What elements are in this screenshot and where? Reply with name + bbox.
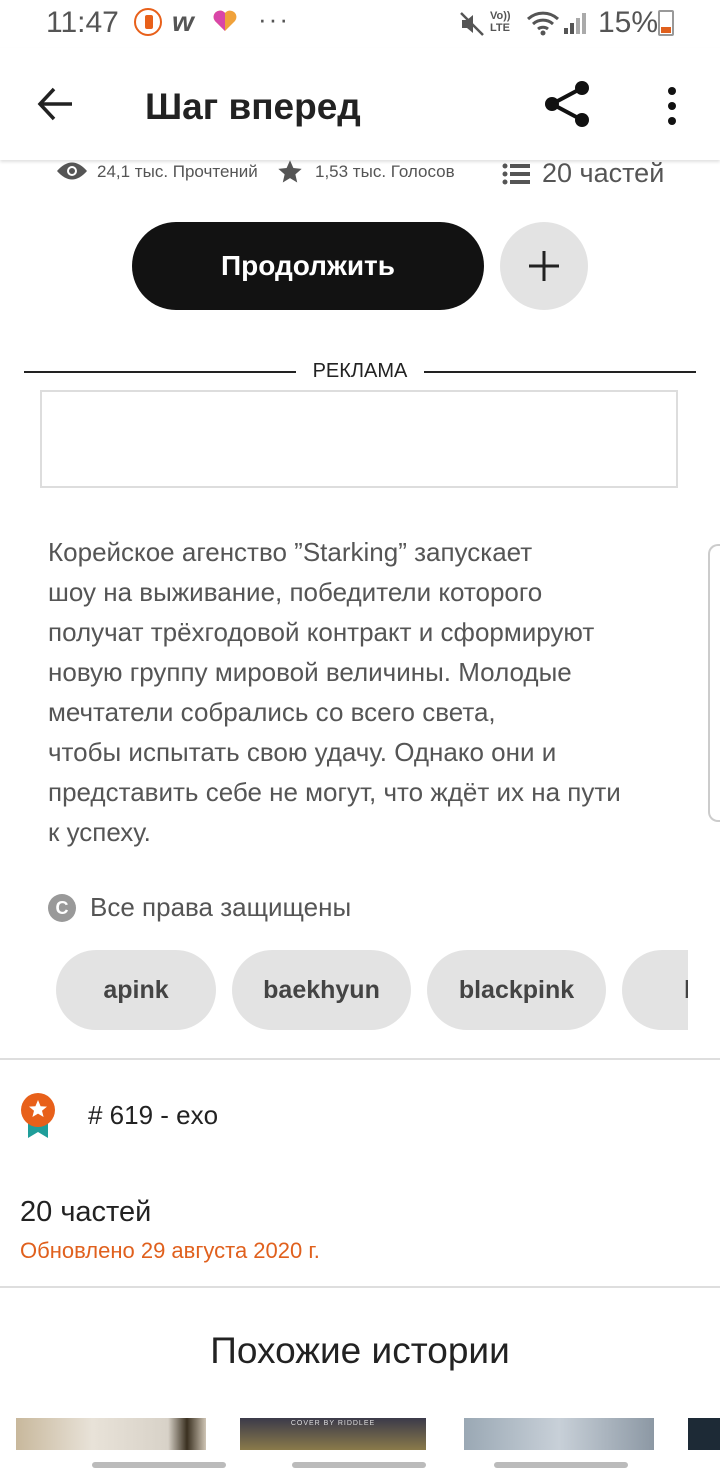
status-bar: 11:47 w ··· Vo)) LTE 15% [0,0,720,48]
ranking-badge-icon [18,1092,58,1145]
add-to-library-button[interactable] [500,222,588,310]
ad-banner[interactable] [40,390,678,488]
continue-reading-button[interactable]: Продолжить [132,222,484,310]
page-title: Шаг вперед [145,86,361,127]
tags-row: apink baekhyun blackpink b [56,950,688,1030]
network-label: Vo)) LTE [490,10,511,34]
reads-count: 24,1 тыс. Прочтений [97,162,258,181]
edge-panel-handle[interactable] [708,544,720,822]
wattpad-icon: w [172,6,194,37]
ad-divider-left [24,371,296,373]
ranking-label[interactable]: # 619 - exo [88,1100,218,1131]
story-cover[interactable] [464,1418,654,1450]
plus-icon [529,251,559,281]
copyright-icon: C [48,894,76,922]
votes-count: 1,53 тыс. Голосов [315,162,455,181]
scroll-handle [494,1462,628,1468]
back-arrow-icon[interactable] [36,84,76,129]
similar-stories-title: Похожие истории [210,1330,510,1371]
tag-chip[interactable]: baekhyun [232,950,411,1030]
eye-icon [56,160,88,187]
status-time: 11:47 [46,6,119,39]
star-icon [276,158,304,191]
cover-caption: COVER BY RIDDLEE [290,1420,376,1427]
story-description: Корейское агенство ”Starking” запускает … [48,537,621,847]
ad-label: РЕКЛАМА [312,360,408,382]
more-notifications-icon: ··· [258,4,290,34]
story-cover[interactable] [688,1418,720,1450]
mute-icon [458,10,486,43]
tag-chip[interactable]: b [622,950,688,1030]
signal-icon [562,10,588,41]
parts-count-stat: 20 частей [542,158,665,188]
share-icon[interactable] [542,80,594,133]
scroll-handle [92,1462,226,1468]
list-icon [502,162,530,191]
battery-percent: 15% [598,6,659,39]
ad-divider-right [424,371,696,373]
parts-count[interactable]: 20 частей [20,1196,151,1229]
tag-chip[interactable]: blackpink [427,950,606,1030]
story-cover[interactable]: COVER BY RIDDLEE [240,1418,426,1450]
battery-icon [658,10,674,36]
wifi-icon [526,10,560,41]
section-divider [0,1058,720,1060]
scroll-handle [292,1462,426,1468]
story-cover[interactable] [16,1418,206,1450]
tag-chip[interactable]: apink [56,950,216,1030]
section-divider [0,1286,720,1288]
copyright-label: Все права защищены [90,892,352,922]
updated-date: Обновлено 29 августа 2020 г. [20,1238,320,1263]
copyright-symbol: C [55,897,69,918]
more-options-icon[interactable] [664,86,680,131]
heart-app-icon [212,8,238,39]
notification-app-icon [134,8,162,36]
